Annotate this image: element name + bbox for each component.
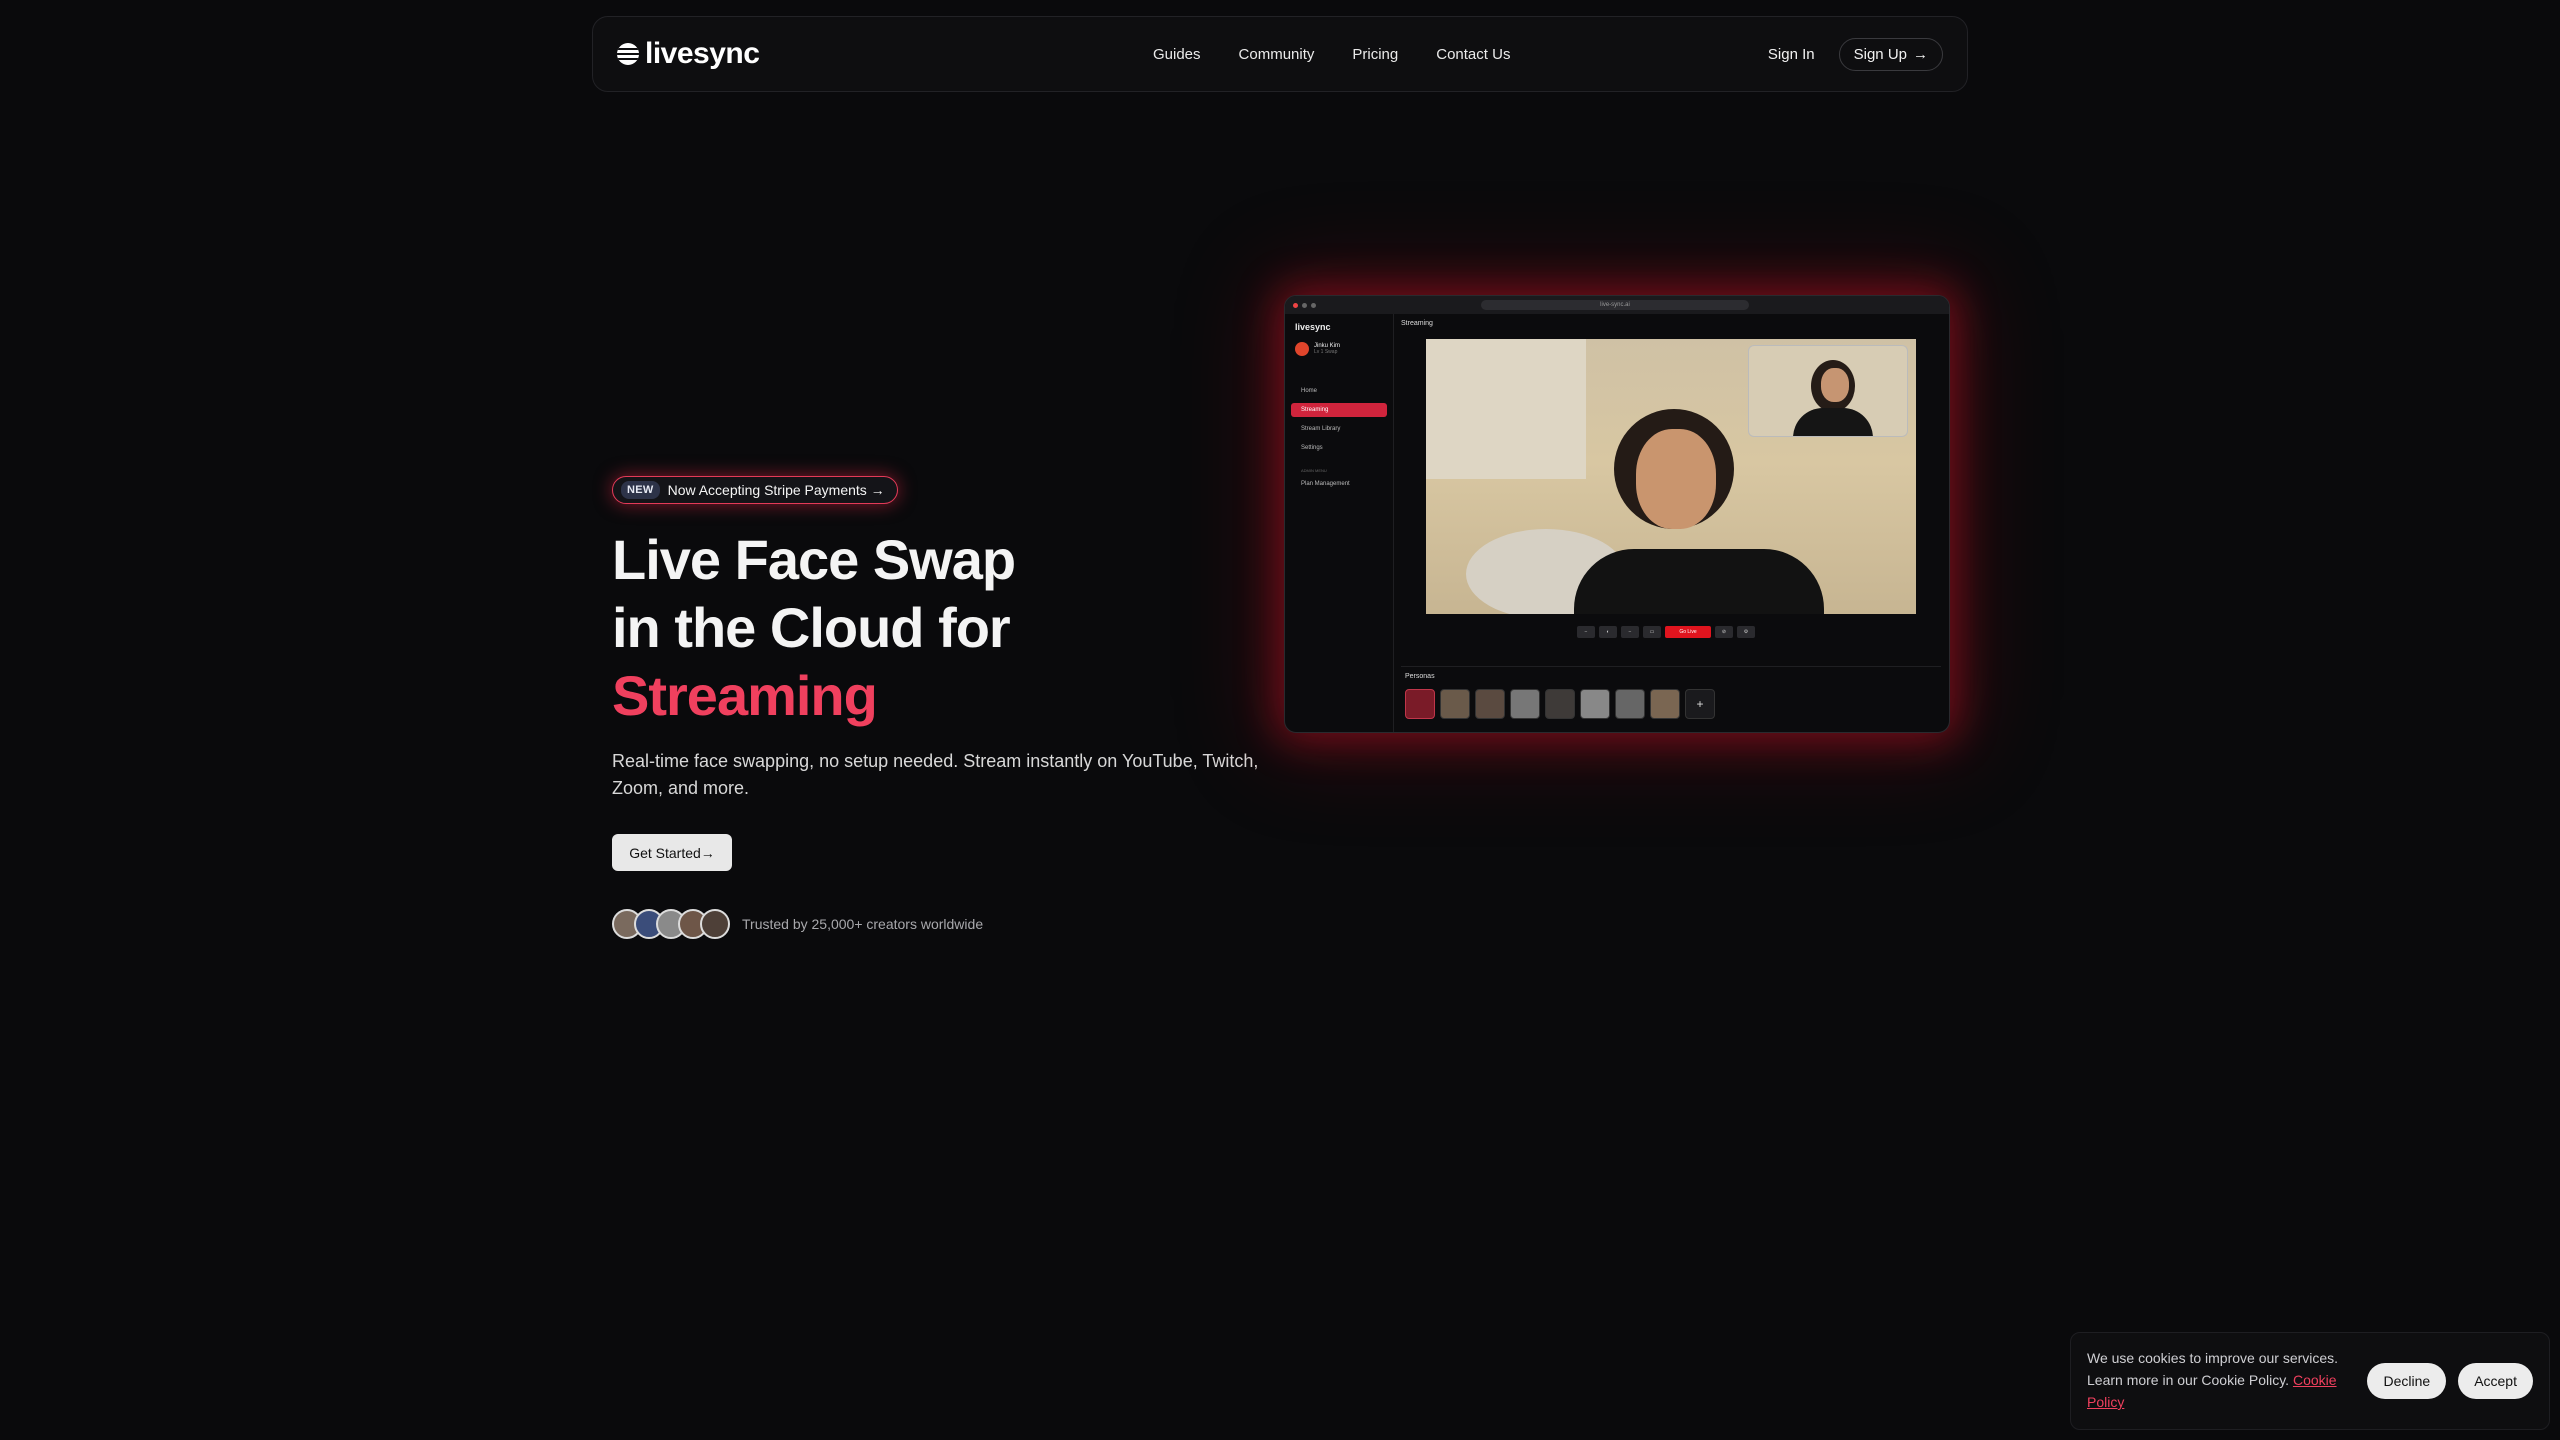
nav-link-pricing[interactable]: Pricing <box>1352 46 1398 63</box>
preview-brand: livesync <box>1295 322 1331 332</box>
cookie-banner: We use cookies to improve our services. … <box>2070 1332 2550 1430</box>
background-wall <box>1426 339 1586 479</box>
preview-menu-home: Home <box>1301 388 1318 394</box>
arrow-right-icon: → <box>1913 45 1928 63</box>
logo[interactable]: livesync <box>617 37 760 71</box>
persona-thumb <box>1510 689 1540 719</box>
preview-controls: − ◐ − ▭ Go Live ⊘ ⚙ <box>1577 626 1755 638</box>
hero-title-line2: in the Cloud for <box>612 596 1011 659</box>
sign-up-label: Sign Up <box>1853 45 1907 63</box>
hero-title-line1: Live Face Swap <box>612 528 1016 591</box>
browser-bar: live-sync.ai <box>1285 296 1949 314</box>
persona-list: + <box>1405 689 1715 719</box>
hero-subtitle: Real-time face swapping, no setup needed… <box>612 751 1259 798</box>
decline-button[interactable]: Decline <box>2367 1363 2447 1399</box>
picture-in-picture-feed <box>1748 345 1908 437</box>
brand-name: livesync <box>645 37 760 70</box>
mute-icon: ⊘ <box>1715 626 1733 638</box>
preview-menu-streaming: Streaming <box>1291 403 1387 417</box>
trust-row: Trusted by 25,000+ creators worldwide <box>612 909 983 939</box>
persona-thumb <box>1545 689 1575 719</box>
top-navbar: livesync Guides Community Pricing Contac… <box>592 16 1968 92</box>
mic-icon: − <box>1577 626 1595 638</box>
preview-menu-settings: Settings <box>1301 445 1323 451</box>
cookie-actions: Decline Accept <box>2367 1363 2533 1399</box>
minus-icon: − <box>1621 626 1639 638</box>
hero-title: Live Face Swap in the Cloud for Streamin… <box>612 526 1016 730</box>
preview-admin-label: ADMIN MENU <box>1301 468 1327 473</box>
audio-icon: ◐ <box>1599 626 1617 638</box>
preview-user: Jinku Kim Lv 1 Swap <box>1295 342 1340 356</box>
add-persona-icon: + <box>1685 689 1715 719</box>
logo-icon <box>617 43 639 65</box>
preview-menu-library: Stream Library <box>1301 426 1341 432</box>
sign-up-button[interactable]: Sign Up → <box>1838 37 1943 71</box>
nav-link-guides[interactable]: Guides <box>1153 46 1201 63</box>
nav-auth: Sign In Sign Up → <box>1768 17 1943 91</box>
persona-thumb <box>1475 689 1505 719</box>
persona-thumb <box>1615 689 1645 719</box>
accept-button[interactable]: Accept <box>2458 1363 2533 1399</box>
window-close-icon <box>1293 302 1298 308</box>
streamer-figure <box>1574 409 1824 614</box>
persona-thumb <box>1405 689 1435 719</box>
avatar <box>1295 342 1309 356</box>
preview-menu-plan: Plan Management <box>1301 481 1350 487</box>
personas-label: Personas <box>1405 673 1435 680</box>
trust-text: Trusted by 25,000+ creators worldwide <box>742 916 984 932</box>
persona-thumb <box>1580 689 1610 719</box>
persona-thumb <box>1650 689 1680 719</box>
announcement-badge[interactable]: NEW Now Accepting Stripe Payments → <box>612 476 898 504</box>
avatar <box>700 909 730 939</box>
address-bar: live-sync.ai <box>1481 300 1749 310</box>
preview-sidebar: livesync Jinku Kim Lv 1 Swap Home Stream… <box>1285 314 1394 732</box>
new-tag: NEW <box>621 481 660 499</box>
preview-user-sub: Lv 1 Swap <box>1314 349 1338 355</box>
nav-link-community[interactable]: Community <box>1239 46 1315 63</box>
camera-icon: ▭ <box>1643 626 1661 638</box>
get-started-button[interactable]: Get Started→ <box>612 834 732 871</box>
window-minimize-icon <box>1302 302 1307 308</box>
hero-title-accent: Streaming <box>612 664 878 727</box>
window-maximize-icon <box>1311 302 1316 308</box>
cookie-text: We use cookies to improve our services. … <box>2087 1347 2347 1413</box>
persona-thumb <box>1440 689 1470 719</box>
nav-links: Guides Community Pricing Contact Us <box>1153 17 1510 91</box>
go-live-button: Go Live <box>1665 626 1711 638</box>
nav-link-contact[interactable]: Contact Us <box>1436 46 1510 63</box>
personas-panel: Personas + <box>1401 666 1941 727</box>
badge-text: Now Accepting Stripe Payments → <box>667 482 885 498</box>
preview-page-title: Streaming <box>1401 320 1433 327</box>
creator-avatars <box>612 909 730 939</box>
preview-video-feed <box>1426 339 1916 614</box>
settings-icon: ⚙ <box>1737 626 1755 638</box>
app-preview-mockup: live-sync.ai livesync Jinku Kim Lv 1 Swa… <box>1284 295 1950 733</box>
sign-in-link[interactable]: Sign In <box>1768 46 1815 63</box>
